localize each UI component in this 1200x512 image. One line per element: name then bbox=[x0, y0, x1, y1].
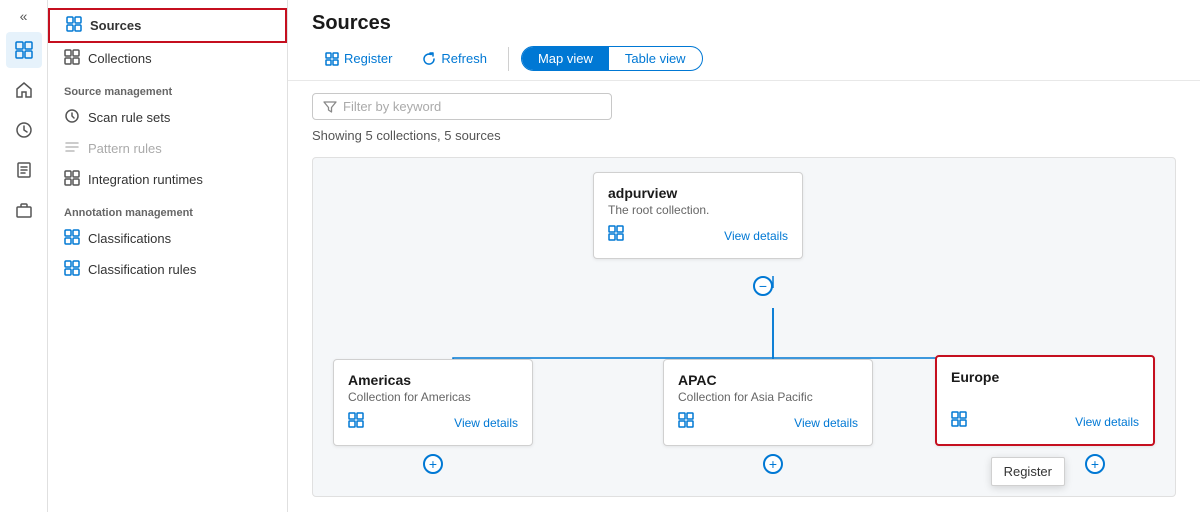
main-content: Sources Register Refresh Map view bbox=[288, 0, 1200, 512]
expand-apac-button[interactable]: + bbox=[763, 454, 783, 474]
root-collection-card: adpurview The root collection. View deta… bbox=[593, 172, 803, 259]
sidebar-sources-label: Sources bbox=[90, 18, 141, 33]
sidebar-item-scan-rule-sets[interactable]: Scan rule sets bbox=[48, 102, 287, 133]
americas-card-title: Americas bbox=[348, 372, 518, 388]
table-view-button[interactable]: Table view bbox=[609, 47, 702, 70]
root-card-icon bbox=[608, 225, 624, 246]
americas-collection-card: Americas Collection for Americas View de… bbox=[333, 359, 533, 446]
refresh-icon bbox=[422, 52, 436, 66]
annotation-management-section: Annotation management bbox=[48, 195, 287, 223]
root-card-title: adpurview bbox=[608, 185, 788, 201]
apac-card-icon bbox=[678, 412, 694, 433]
americas-view-details-link[interactable]: View details bbox=[454, 416, 518, 430]
map-canvas: adpurview The root collection. View deta… bbox=[312, 157, 1176, 497]
expand-americas-button[interactable]: + bbox=[423, 454, 443, 474]
sidebar-item-sources[interactable]: Sources bbox=[48, 8, 287, 43]
pattern-rules-icon bbox=[64, 139, 80, 158]
root-view-details-link[interactable]: View details bbox=[724, 229, 788, 243]
register-popup[interactable]: Register bbox=[991, 457, 1065, 486]
sidebar-classification-rules-label: Classification rules bbox=[88, 262, 196, 277]
rail-catalog-icon[interactable] bbox=[6, 32, 42, 68]
rail-glossary-icon[interactable] bbox=[6, 152, 42, 188]
showing-text: Showing 5 collections, 5 sources bbox=[312, 128, 1176, 143]
sidebar-collections-label: Collections bbox=[88, 51, 152, 66]
integration-runtimes-icon bbox=[64, 170, 80, 189]
apac-collection-card: APAC Collection for Asia Pacific View de… bbox=[663, 359, 873, 446]
sidebar-pattern-rules-label: Pattern rules bbox=[88, 141, 162, 156]
register-icon bbox=[325, 52, 339, 66]
europe-view-details-link[interactable]: View details bbox=[1075, 415, 1139, 429]
europe-card-title: Europe bbox=[951, 369, 1139, 385]
sidebar-item-classification-rules[interactable]: Classification rules bbox=[48, 254, 287, 285]
register-popup-label: Register bbox=[1004, 464, 1052, 479]
sidebar-scan-rule-label: Scan rule sets bbox=[88, 110, 170, 125]
sidebar-item-integration-runtimes[interactable]: Integration runtimes bbox=[48, 164, 287, 195]
sources-icon bbox=[66, 16, 82, 35]
scan-rule-sets-icon bbox=[64, 108, 80, 127]
rail-briefcase-icon[interactable] bbox=[6, 192, 42, 228]
americas-card-desc: Collection for Americas bbox=[348, 390, 518, 404]
page-title: Sources bbox=[312, 12, 1176, 35]
refresh-button[interactable]: Refresh bbox=[409, 45, 500, 72]
view-toggle: Map view Table view bbox=[521, 46, 703, 71]
toolbar: Register Refresh Map view Table view bbox=[312, 45, 1176, 72]
sidebar-item-pattern-rules: Pattern rules bbox=[48, 133, 287, 164]
expand-europe-button[interactable]: + bbox=[1085, 454, 1105, 474]
sidebar-item-classifications[interactable]: Classifications bbox=[48, 223, 287, 254]
filter-placeholder: Filter by keyword bbox=[343, 99, 441, 114]
classifications-icon bbox=[64, 229, 80, 248]
sidebar: Sources Collections Source management Sc… bbox=[48, 0, 288, 512]
europe-card-desc bbox=[951, 387, 1139, 403]
sidebar-classifications-label: Classifications bbox=[88, 231, 171, 246]
root-card-desc: The root collection. bbox=[608, 203, 788, 217]
source-management-section: Source management bbox=[48, 74, 287, 102]
rail-insights-icon[interactable] bbox=[6, 112, 42, 148]
sidebar-item-collections[interactable]: Collections bbox=[48, 43, 287, 74]
page-header: Sources Register Refresh Map view bbox=[288, 0, 1200, 81]
europe-collection-card: Europe View details bbox=[935, 355, 1155, 446]
sidebar-integration-runtimes-label: Integration runtimes bbox=[88, 172, 203, 187]
refresh-label: Refresh bbox=[441, 51, 487, 66]
icon-rail: « bbox=[0, 0, 48, 512]
apac-view-details-link[interactable]: View details bbox=[794, 416, 858, 430]
filter-icon bbox=[323, 100, 337, 114]
content-area: Filter by keyword Showing 5 collections,… bbox=[288, 81, 1200, 512]
americas-card-icon bbox=[348, 412, 364, 433]
filter-bar[interactable]: Filter by keyword bbox=[312, 93, 612, 120]
classification-rules-icon bbox=[64, 260, 80, 279]
toolbar-divider bbox=[508, 47, 509, 71]
apac-card-title: APAC bbox=[678, 372, 858, 388]
rail-home-icon[interactable] bbox=[6, 72, 42, 108]
register-button[interactable]: Register bbox=[312, 45, 405, 72]
map-view-button[interactable]: Map view bbox=[522, 47, 609, 70]
apac-card-desc: Collection for Asia Pacific bbox=[678, 390, 858, 404]
register-label: Register bbox=[344, 51, 392, 66]
europe-card-icon bbox=[951, 411, 967, 432]
collapse-rail-button[interactable]: « bbox=[20, 8, 28, 24]
collapse-node-button[interactable]: − bbox=[753, 276, 773, 296]
collections-icon bbox=[64, 49, 80, 68]
